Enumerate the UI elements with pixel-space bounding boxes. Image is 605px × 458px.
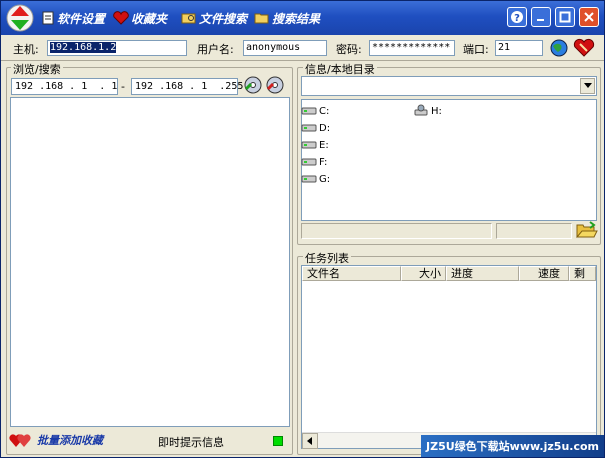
open-folder-icon[interactable] — [576, 220, 598, 240]
scan-cd-icon[interactable] — [243, 75, 263, 95]
drive-label: D: — [319, 122, 331, 134]
stop-scan-cd-icon[interactable] — [265, 75, 285, 95]
drive-item[interactable]: F: — [301, 155, 327, 169]
close-button[interactable] — [579, 7, 599, 27]
local-info-field-left — [301, 223, 492, 239]
main-window: 软件设置 收藏夹 文件搜索 搜索结果 ? 主机: 192.168.1.2 用户名… — [0, 0, 605, 458]
menu-settings-label: 软件设置 — [57, 11, 106, 26]
menu-file-search-label: 文件搜索 — [199, 11, 248, 26]
minimize-icon — [537, 19, 544, 21]
menu-settings[interactable]: 软件设置 — [41, 9, 105, 27]
scroll-left-button[interactable] — [302, 433, 318, 449]
col-filename[interactable]: 文件名 — [302, 266, 401, 281]
hard-drive-icon — [301, 124, 317, 132]
hard-drive-icon — [301, 175, 317, 183]
ip-start-input[interactable]: 192 .168 . 1 . 1 — [11, 78, 118, 95]
drive-label: C: — [319, 105, 330, 117]
chevron-left-icon — [307, 437, 312, 445]
col-size[interactable]: 大小 — [401, 266, 446, 281]
drive-item[interactable]: E: — [301, 138, 329, 152]
menu-file-search[interactable]: 文件搜索 — [181, 9, 247, 27]
col-remaining[interactable]: 剩 — [569, 266, 596, 281]
password-input[interactable]: ************* — [369, 40, 455, 56]
batch-add-favorites-button[interactable]: 批量添加收藏 — [37, 432, 103, 448]
app-logo-icon — [6, 4, 34, 32]
local-path-dropdown[interactable] — [301, 76, 597, 96]
hard-drive-icon — [301, 141, 317, 149]
folder-search-icon — [181, 13, 196, 24]
col-progress[interactable]: 进度 — [446, 266, 519, 281]
menu-favorites[interactable]: 收藏夹 — [113, 9, 167, 27]
drive-item[interactable]: C: — [301, 104, 329, 118]
batch-favorite-heart-icon — [9, 434, 31, 447]
browse-results-panel[interactable] — [10, 97, 290, 427]
watermark-text: JZ5U绿色下载站www.jz5u.com — [426, 440, 599, 453]
watermark-banner: JZ5U绿色下载站www.jz5u.com — [421, 435, 604, 457]
connect-globe-icon[interactable] — [549, 38, 569, 58]
drive-label: E: — [319, 139, 329, 151]
drive-label: G: — [319, 173, 331, 185]
help-button[interactable]: ? — [507, 7, 527, 27]
hint-label: 即时提示信息 — [158, 436, 224, 449]
chevron-down-icon — [583, 83, 592, 88]
menu-search-results-label: 搜索结果 — [272, 11, 321, 26]
drive-item[interactable]: D: — [301, 121, 330, 135]
menu-favorites-label: 收藏夹 — [131, 11, 168, 26]
add-favorite-heart-icon[interactable] — [573, 38, 595, 58]
password-label: 密码: — [336, 43, 362, 56]
local-drive-list[interactable] — [301, 99, 597, 221]
menu-search-results[interactable]: 搜索结果 — [254, 9, 320, 27]
settings-doc-icon — [42, 11, 54, 25]
port-input[interactable]: 21 — [495, 40, 543, 56]
title-bar: 软件设置 收藏夹 文件搜索 搜索结果 ? — [1, 1, 604, 35]
close-icon — [584, 12, 594, 22]
ip-end-input[interactable]: 192 .168 . 1 .255 — [131, 78, 243, 95]
folder-icon — [254, 13, 269, 24]
local-dir-title: 信息/本地目录 — [303, 61, 377, 77]
col-speed[interactable]: 速度 — [519, 266, 569, 281]
network-drive-item[interactable]: H: — [413, 104, 442, 118]
minimize-button[interactable] — [531, 7, 551, 27]
task-list-title: 任务列表 — [303, 250, 351, 266]
local-info-field-right — [496, 223, 572, 239]
user-label: 用户名: — [197, 43, 234, 56]
hard-drive-icon — [301, 158, 317, 166]
maximize-button[interactable] — [555, 7, 575, 27]
port-label: 端口: — [463, 43, 489, 56]
host-label: 主机: — [13, 43, 39, 56]
browse-title: 浏览/搜索 — [11, 61, 63, 77]
host-value: 192.168.1.2 — [50, 42, 117, 53]
ip-separator: - — [121, 80, 125, 93]
browse-status-bar: 批量添加收藏 — [9, 431, 103, 449]
drive-label: F: — [319, 156, 328, 168]
drive-item[interactable]: G: — [301, 172, 330, 186]
heart-icon — [113, 11, 129, 25]
user-input[interactable]: anonymous — [243, 40, 327, 56]
maximize-icon — [559, 11, 571, 23]
network-drive-label: H: — [431, 105, 442, 117]
host-input[interactable]: 192.168.1.2 — [47, 40, 187, 56]
network-drive-icon — [414, 104, 428, 116]
task-list-panel[interactable] — [301, 265, 597, 449]
help-icon: ? — [511, 11, 523, 24]
svg-text:?: ? — [514, 13, 520, 24]
hard-drive-icon — [301, 107, 317, 115]
dropdown-arrow-button[interactable] — [580, 78, 595, 94]
status-indicator-light — [273, 436, 283, 446]
